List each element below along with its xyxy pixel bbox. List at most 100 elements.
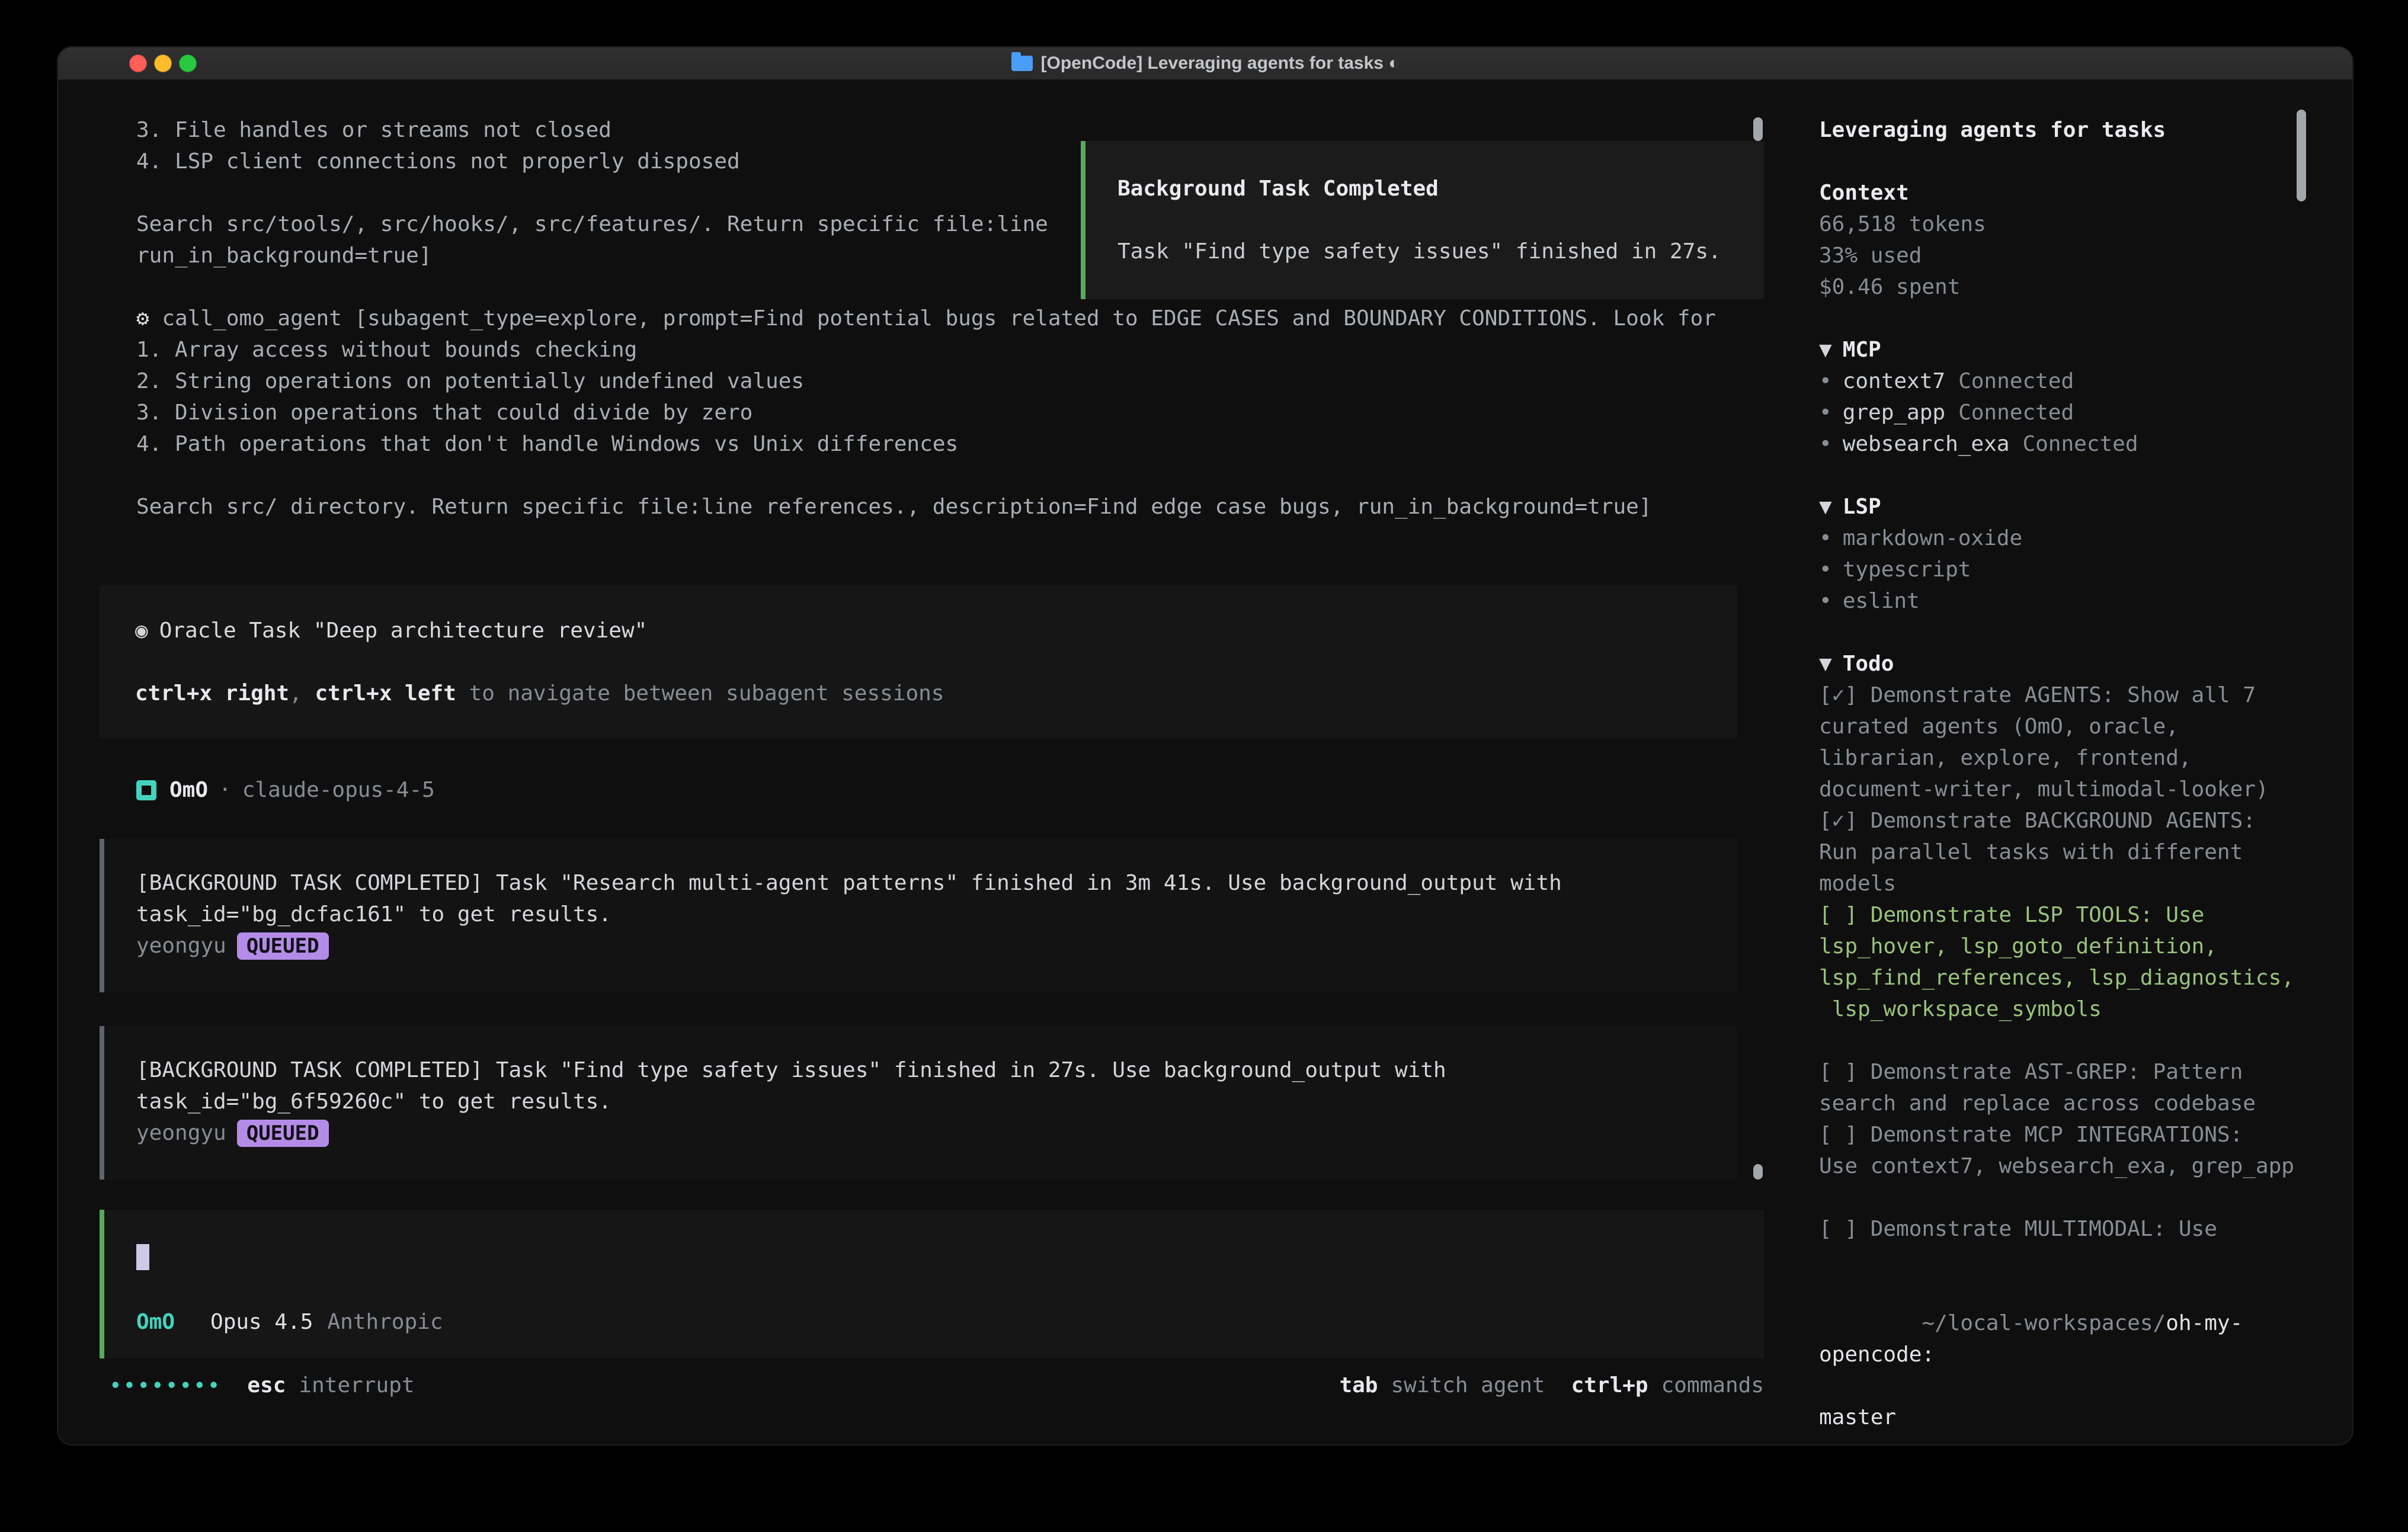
message-meta: yeongyu QUEUED bbox=[136, 1117, 1705, 1149]
mcp-name: grep_app bbox=[1843, 400, 1945, 425]
lsp-item: • markdown-oxide bbox=[1819, 523, 2295, 554]
keybind-ctrl-p-label: commands bbox=[1661, 1373, 1764, 1398]
mcp-item: •grep_appConnected bbox=[1819, 397, 2295, 428]
keybind-ctrl-x-left: ctrl+x left bbox=[315, 681, 456, 706]
window-controls bbox=[129, 55, 197, 72]
spinner-dots: ∙∙∙∙∙∙∙∙ bbox=[109, 1373, 221, 1398]
subagent-nav-hint: ctrl+x right, ctrl+x left to navigate be… bbox=[135, 678, 1701, 709]
message-meta: yeongyu QUEUED bbox=[136, 930, 1705, 961]
window-title-text: [OpenCode] Leveraging agents for tasks ◐ bbox=[1041, 53, 1400, 73]
main-scrollbar-thumb[interactable] bbox=[1753, 117, 1763, 141]
minimize-window-button[interactable] bbox=[154, 55, 172, 72]
terminal-line: 4. Path operations that don't handle Win… bbox=[136, 428, 1794, 460]
background-task-message[interactable]: [BACKGROUND TASK COMPLETED] Task "Resear… bbox=[100, 839, 1737, 992]
todo-item: [ ] Demonstrate LSP TOOLS: Use lsp_hover… bbox=[1819, 899, 2295, 1025]
toast-body: Task "Find type safety issues" finished … bbox=[1117, 236, 1732, 267]
input-meta-row: OmO Opus 4.5 Anthropic bbox=[136, 1306, 1732, 1338]
keybind-ctrl-x-right: ctrl+x right bbox=[135, 681, 289, 706]
provider-label: Anthropic bbox=[327, 1306, 443, 1338]
terminal-line: 3. Division operations that could divide… bbox=[136, 397, 1794, 428]
hint-text: to navigate between subagent sessions bbox=[456, 681, 944, 706]
todo-item: [ ] Demonstrate AST-GREP: Pattern search… bbox=[1819, 1056, 2295, 1119]
lsp-name: typescript bbox=[1843, 557, 1971, 582]
toast-title: Background Task Completed bbox=[1117, 173, 1732, 204]
bullet-icon: • bbox=[1819, 432, 1832, 456]
window-title: [OpenCode] Leveraging agents for tasks ◐ bbox=[1011, 53, 1400, 73]
keybind-ctrl-p: ctrl+p bbox=[1571, 1373, 1648, 1398]
keybind-tab-label: switch agent bbox=[1391, 1373, 1545, 1398]
tool-call-line: ⚙ call_omo_agent [subagent_type=explore,… bbox=[136, 303, 1794, 334]
todo-item: [✓] Demonstrate BACKGROUND AGENTS: Run p… bbox=[1819, 805, 2295, 899]
blank-line bbox=[100, 460, 1794, 491]
mcp-section-heading[interactable]: ▼ MCP bbox=[1819, 334, 2295, 366]
todo-section-heading[interactable]: ▼Todo bbox=[1819, 648, 2295, 680]
session-title: Leveraging agents for tasks bbox=[1819, 114, 2295, 146]
mcp-name: websearch_exa bbox=[1843, 432, 2010, 456]
todo-item: [ ] Demonstrate MULTIMODAL: Use bbox=[1819, 1213, 2295, 1245]
status-bar: ∙∙∙∙∙∙∙∙ esc interrupt tab switch agent … bbox=[109, 1370, 1764, 1401]
lsp-heading-label: LSP bbox=[1843, 495, 1881, 519]
workspace-path: ~/local-workspaces/oh-my-opencode: maste… bbox=[1819, 1276, 2295, 1446]
lsp-item: • typescript bbox=[1819, 554, 2295, 585]
lsp-section: ▼ LSP • markdown-oxide • typescript • eslint bbox=[1819, 491, 2295, 617]
todo-item: [✓] Demonstrate AGENTS: Show all 7 curat… bbox=[1819, 680, 2295, 805]
background-task-message[interactable]: [BACKGROUND TASK COMPLETED] Task "Find t… bbox=[100, 1026, 1737, 1180]
zoom-window-button[interactable] bbox=[179, 55, 197, 72]
keybind-esc-label: interrupt bbox=[299, 1373, 414, 1398]
lsp-name: markdown-oxide bbox=[1843, 526, 2022, 550]
message-author: yeongyu bbox=[136, 1117, 226, 1149]
bullet-icon: • bbox=[1819, 526, 1832, 550]
window-titlebar: [OpenCode] Leveraging agents for tasks ◐ bbox=[58, 47, 2352, 81]
chevron-down-icon: ▼ bbox=[1819, 338, 1832, 362]
terminal-main-pane: 3. File handles or streams not closed 4.… bbox=[58, 81, 1794, 1446]
hint-separator: , bbox=[289, 681, 315, 706]
notification-toast[interactable]: Background Task Completed Task "Find typ… bbox=[1081, 141, 1764, 299]
chevron-down-icon: ▼ bbox=[1819, 495, 1832, 519]
status-badge: QUEUED bbox=[237, 1120, 329, 1147]
message-text: [BACKGROUND TASK COMPLETED] Task "Resear… bbox=[136, 867, 1705, 930]
mcp-status: Connected bbox=[1958, 369, 2074, 393]
prompt-input[interactable]: OmO Opus 4.5 Anthropic bbox=[100, 1210, 1764, 1358]
main-scrollbar-thumb[interactable] bbox=[1753, 1164, 1763, 1180]
lsp-item: • eslint bbox=[1819, 585, 2295, 617]
context-used: 33% used bbox=[1819, 240, 2295, 271]
mcp-section: ▼ MCP •context7Connected • grep_app Connect… bbox=[1819, 334, 2295, 460]
blank-line bbox=[135, 646, 1701, 678]
context-spent: $0.46 spent bbox=[1819, 271, 2295, 303]
oracle-icon: ◉ bbox=[135, 618, 148, 643]
status-badge: QUEUED bbox=[237, 932, 329, 960]
context-heading: Context bbox=[1819, 177, 2295, 209]
bullet-icon: • bbox=[1819, 400, 1832, 425]
terminal-line: 1. Array access without bounds checking bbox=[136, 334, 1794, 366]
context-tokens: 66,518 tokens bbox=[1819, 209, 2295, 240]
active-model-label: Opus 4.5 bbox=[210, 1306, 313, 1338]
todo-section: ▼Todo [✓] Demonstrate AGENTS: Show all 7… bbox=[1819, 648, 2295, 1245]
agent-separator: · bbox=[219, 774, 232, 806]
text-cursor bbox=[136, 1244, 149, 1270]
bullet-icon: • bbox=[1819, 557, 1832, 582]
agent-session-header[interactable]: OmO · claude-opus-4-5 bbox=[136, 774, 1794, 806]
todo-heading-label: Todo bbox=[1843, 652, 1894, 676]
keybind-tab: tab bbox=[1339, 1373, 1378, 1398]
lsp-section-heading[interactable]: ▼ LSP bbox=[1819, 491, 2295, 523]
message-author: yeongyu bbox=[136, 930, 226, 961]
mcp-item: •context7Connected bbox=[1819, 366, 2295, 397]
oracle-task-panel[interactable]: ◉Oracle Task "Deep architecture review" … bbox=[100, 585, 1737, 739]
mcp-heading-label: MCP bbox=[1843, 338, 1881, 362]
context-section: Context 66,518 tokens 33% used $0.46 spe… bbox=[1819, 177, 2295, 303]
sidebar-scrollbar-thumb[interactable] bbox=[2297, 110, 2306, 201]
folder-icon bbox=[1011, 56, 1033, 71]
app-window: [OpenCode] Leveraging agents for tasks ◐… bbox=[57, 46, 2353, 1446]
oracle-task-title: Oracle Task "Deep architecture review" bbox=[159, 618, 648, 643]
keybind-esc: esc bbox=[247, 1373, 286, 1398]
agent-name: OmO bbox=[169, 774, 208, 806]
message-text: [BACKGROUND TASK COMPLETED] Task "Find t… bbox=[136, 1055, 1705, 1117]
active-agent-label: OmO bbox=[136, 1306, 175, 1338]
gear-icon: ⚙ bbox=[136, 306, 149, 331]
bullet-icon: • bbox=[1819, 369, 1832, 393]
lsp-name: eslint bbox=[1843, 589, 1920, 613]
agent-model: claude-opus-4-5 bbox=[242, 774, 435, 806]
bullet-icon: • bbox=[1819, 589, 1832, 613]
close-window-button[interactable] bbox=[129, 55, 147, 72]
terminal-line: 2. String operations on potentially unde… bbox=[136, 366, 1794, 397]
